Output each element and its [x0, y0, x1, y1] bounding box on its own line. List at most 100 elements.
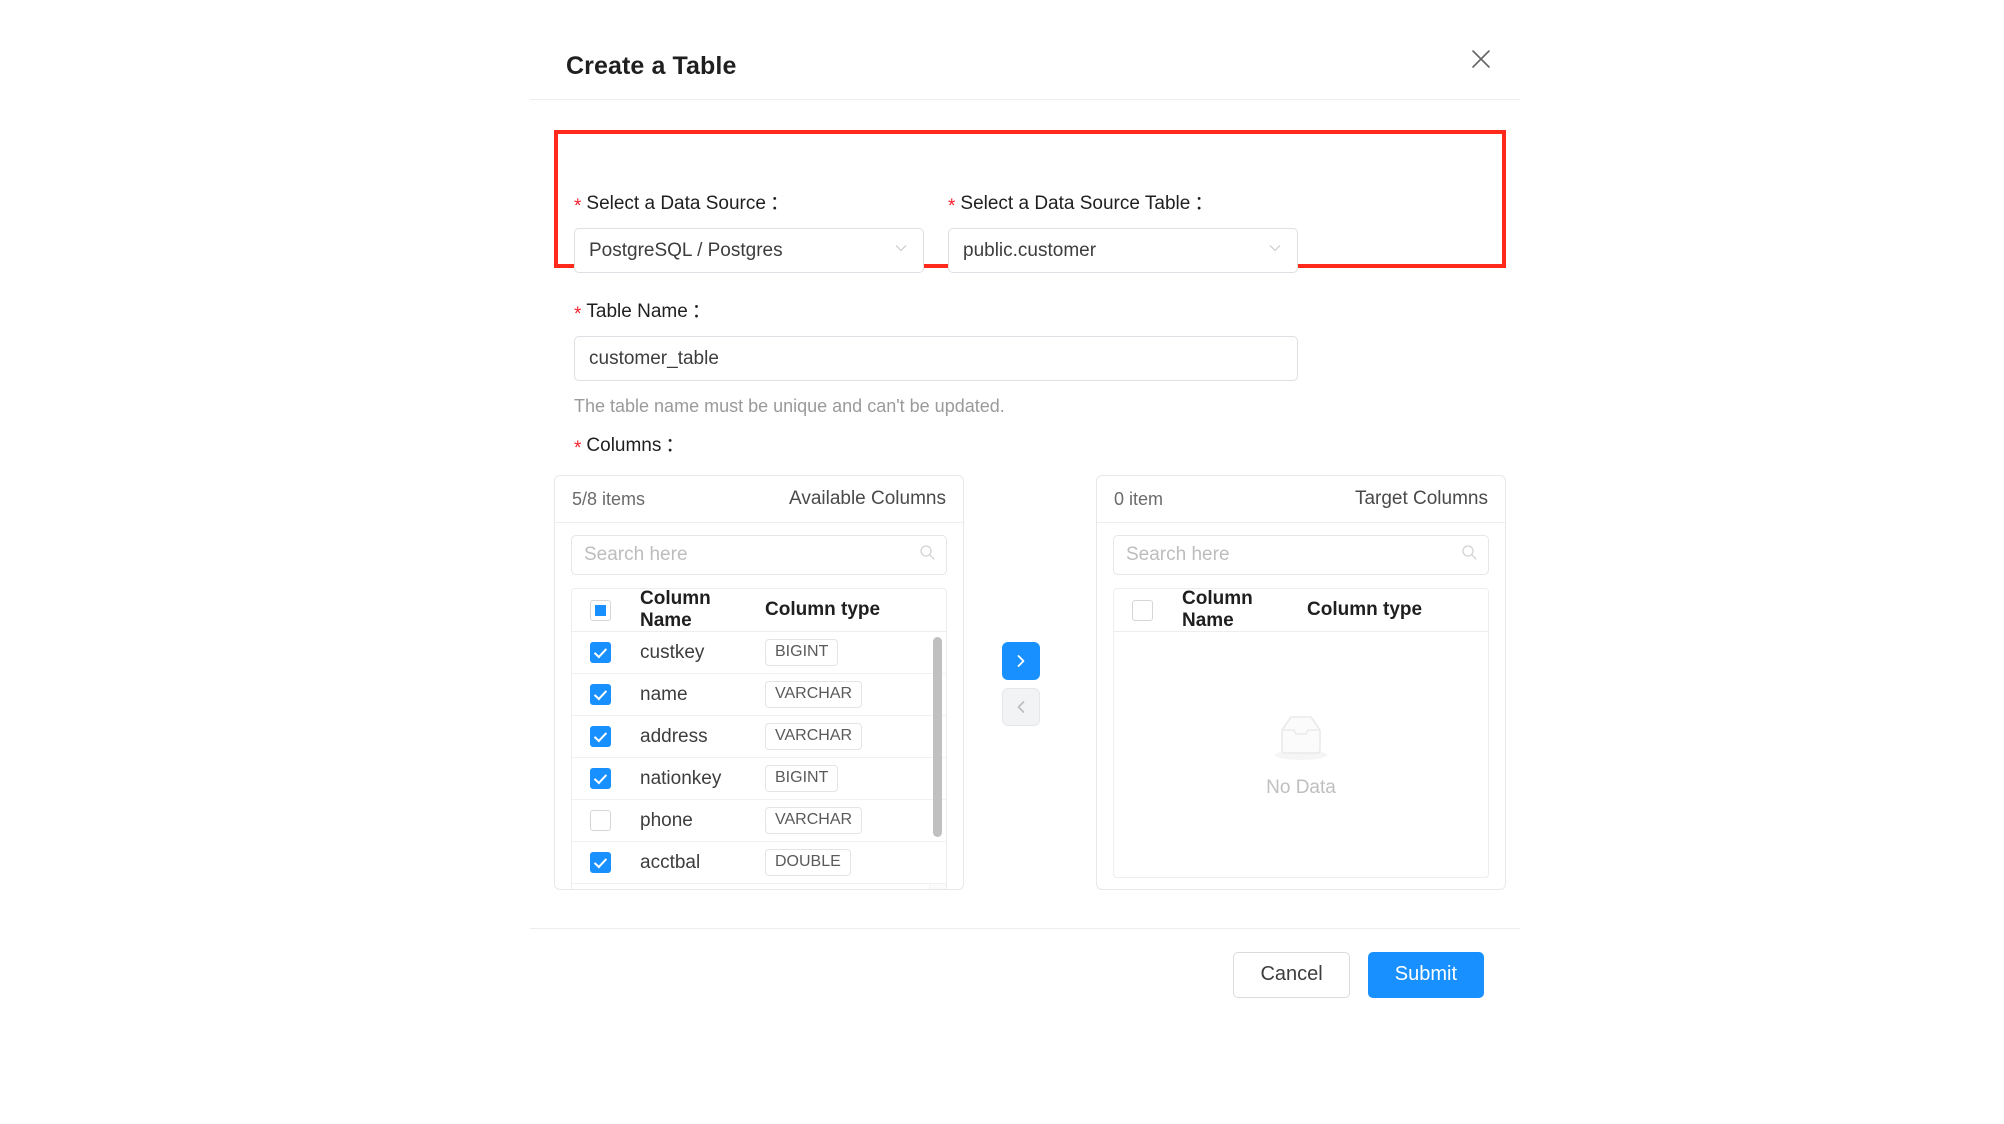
- target-title: Target Columns: [1354, 488, 1488, 509]
- available-columns-panel: 5/8 items Available Columns Search here: [554, 475, 964, 890]
- target-search-placeholder: Search here: [1126, 544, 1230, 565]
- available-table-body: custkey BIGINT name VARCHAR address VARCHAR na…: [572, 632, 946, 889]
- target-columns-panel: 0 item Target Columns Search here Column…: [1096, 475, 1506, 890]
- page-root: Create a Table * Select a Data Source： * S…: [0, 0, 2004, 1124]
- target-empty-state: No Data: [1114, 632, 1488, 877]
- target-table-header: Column Name Column type: [1114, 589, 1488, 632]
- row-column-name: custkey: [640, 641, 705, 663]
- row-checkbox-cell: [590, 810, 640, 831]
- dialog-body: * Select a Data Source： * Select a Data So…: [530, 100, 1520, 1000]
- target-select-all-cell: [1132, 599, 1182, 621]
- available-col-header-type: Column type: [765, 599, 881, 620]
- row-column-type-cell: BIGINT: [765, 765, 946, 792]
- row-checkbox[interactable]: [590, 768, 611, 789]
- move-to-target-button[interactable]: [1002, 642, 1040, 680]
- column-type-badge: BIGINT: [765, 639, 839, 666]
- search-icon: [1461, 544, 1478, 566]
- target-empty-text: No Data: [1266, 777, 1336, 798]
- column-type-badge: VARCHAR: [765, 807, 863, 834]
- target-columns-table: Column Name Column type No Data: [1113, 588, 1489, 878]
- chevron-down-icon: [893, 240, 909, 261]
- chevron-right-icon: [1017, 655, 1025, 667]
- table-row[interactable]: address VARCHAR: [572, 716, 946, 758]
- available-search-input[interactable]: Search here: [571, 535, 947, 575]
- chevron-left-icon: [1017, 701, 1025, 713]
- table-name-label: * Table Name：: [574, 301, 711, 325]
- row-checkbox-cell: [590, 852, 640, 873]
- dialog-header: Create a Table: [530, 0, 1520, 100]
- row-column-type-cell: VARCHAR: [765, 681, 946, 708]
- available-search-placeholder: Search here: [584, 544, 688, 565]
- row-checkbox[interactable]: [590, 642, 611, 663]
- row-column-type-cell: VARCHAR: [765, 807, 946, 834]
- row-checkbox[interactable]: [590, 684, 611, 705]
- row-checkbox-cell: [590, 768, 640, 789]
- move-to-available-button[interactable]: [1002, 688, 1040, 726]
- page-title: Create a Table: [566, 52, 737, 80]
- available-columns-table: Column Name Column type custkey BIGINT nam…: [571, 588, 947, 889]
- row-checkbox-cell: [590, 726, 640, 747]
- create-table-dialog: Create a Table * Select a Data Source： * S…: [530, 0, 1520, 1020]
- target-col-header-name: Column Name: [1182, 588, 1253, 631]
- available-list-scrollbar-thumb[interactable]: [933, 637, 942, 837]
- column-type-badge: DOUBLE: [765, 849, 851, 876]
- data-source-select-value: PostgreSQL / Postgres: [589, 239, 783, 261]
- close-icon[interactable]: [1464, 42, 1498, 76]
- table-row[interactable]: phone VARCHAR: [572, 800, 946, 842]
- search-icon: [919, 544, 936, 566]
- target-count: 0 item: [1114, 488, 1164, 509]
- chevron-down-icon: [1267, 240, 1283, 261]
- row-checkbox-cell: [590, 642, 640, 663]
- row-column-name: address: [640, 725, 708, 747]
- row-checkbox[interactable]: [590, 726, 611, 747]
- transfer-arrow-buttons: [1002, 642, 1040, 726]
- row-column-type-cell: BIGINT: [765, 639, 946, 666]
- required-asterisk: *: [574, 438, 582, 459]
- target-search-input[interactable]: Search here: [1113, 535, 1489, 575]
- columns-transfer: 5/8 items Available Columns Search here: [554, 475, 1506, 890]
- row-column-name: phone: [640, 809, 693, 831]
- column-type-badge: VARCHAR: [765, 681, 863, 708]
- target-search-wrap: Search here: [1097, 523, 1505, 575]
- row-checkbox-cell: [590, 684, 640, 705]
- target-panel-header: 0 item Target Columns: [1097, 476, 1505, 523]
- target-col-header-type: Column type: [1307, 599, 1423, 620]
- required-asterisk: *: [948, 196, 956, 217]
- submit-button[interactable]: Submit: [1367, 951, 1484, 998]
- data-source-table-select[interactable]: public.customer: [948, 228, 1298, 273]
- empty-inbox-icon: [1270, 712, 1332, 767]
- dialog-footer: Cancel Submit: [530, 928, 1520, 1020]
- row-column-name: nationkey: [640, 767, 722, 789]
- available-panel-header: 5/8 items Available Columns: [555, 476, 963, 523]
- table-row[interactable]: nationkey BIGINT: [572, 758, 946, 800]
- data-source-label: * Select a Data Source：: [574, 193, 789, 217]
- data-source-table-label: * Select a Data Source Table：: [948, 193, 1214, 217]
- table-row[interactable]: custkey BIGINT: [572, 632, 946, 674]
- table-row[interactable]: name VARCHAR: [572, 674, 946, 716]
- data-source-table-select-value: public.customer: [963, 239, 1097, 261]
- available-count: 5/8 items: [572, 488, 646, 509]
- cancel-button[interactable]: Cancel: [1233, 951, 1350, 998]
- table-row[interactable]: acctbal DOUBLE: [572, 842, 946, 884]
- columns-label: * Columns：: [574, 435, 685, 459]
- available-title: Available Columns: [788, 488, 946, 509]
- required-asterisk: *: [574, 196, 582, 217]
- data-source-select[interactable]: PostgreSQL / Postgres: [574, 228, 924, 273]
- row-checkbox[interactable]: [590, 810, 611, 831]
- column-type-badge: VARCHAR: [765, 723, 863, 750]
- available-search-wrap: Search here: [555, 523, 963, 575]
- available-select-all-cell: [590, 599, 640, 621]
- available-select-all-checkbox[interactable]: [590, 599, 611, 621]
- table-name-input[interactable]: customer_table: [574, 336, 1298, 381]
- required-asterisk: *: [574, 304, 582, 325]
- row-column-type-cell: VARCHAR: [765, 723, 946, 750]
- available-col-header-name: Column Name: [640, 588, 711, 631]
- available-table-header: Column Name Column type: [572, 589, 946, 632]
- row-column-name: acctbal: [640, 851, 701, 873]
- column-type-badge: BIGINT: [765, 765, 839, 792]
- row-checkbox[interactable]: [590, 852, 611, 873]
- row-column-name: name: [640, 683, 688, 705]
- target-select-all-checkbox[interactable]: [1132, 599, 1153, 621]
- row-column-type-cell: DOUBLE: [765, 849, 946, 876]
- table-name-helper-text: The table name must be unique and can't …: [574, 396, 1005, 416]
